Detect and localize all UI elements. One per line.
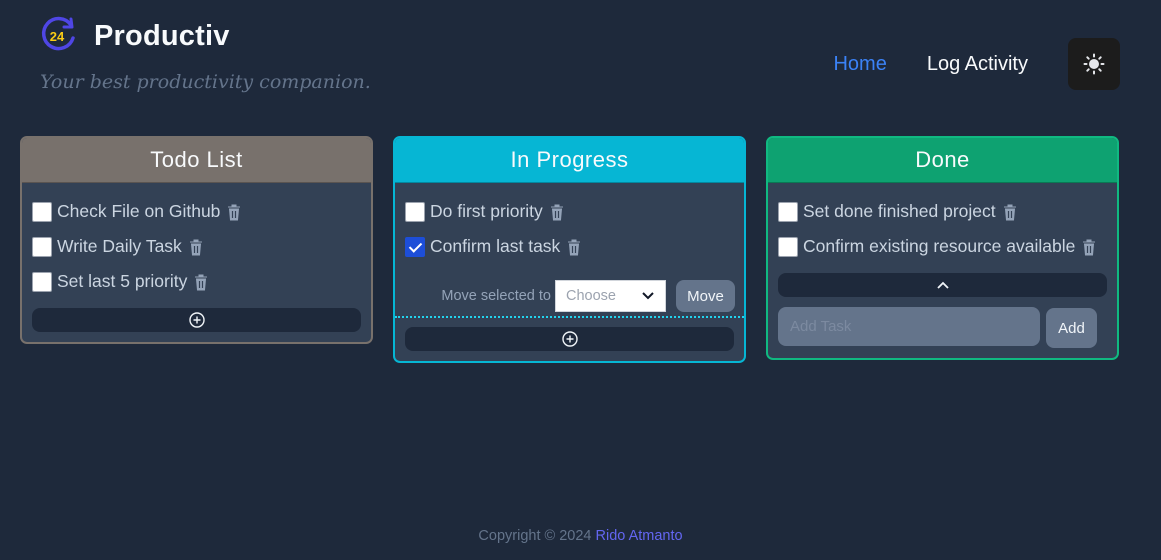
trash-icon[interactable]	[566, 238, 582, 256]
task-label: Set done finished project	[803, 201, 996, 221]
move-selected-label: Move selected to	[441, 288, 551, 304]
logo-24-icon: 24	[41, 16, 75, 51]
task-label: Do first priority	[430, 201, 543, 221]
trash-icon[interactable]	[188, 238, 204, 256]
add-task-button[interactable]	[405, 327, 734, 351]
done-task-list: Set done finished project Confirm existi…	[768, 183, 1117, 264]
task-item: Set done finished project	[778, 194, 1107, 229]
task-label: Confirm existing resource available	[803, 236, 1076, 256]
collapse-add-form-button[interactable]	[778, 273, 1107, 297]
divider	[395, 316, 744, 318]
task-item: Confirm existing resource available	[778, 229, 1107, 264]
tagline: Your best productivity companion.	[40, 71, 371, 93]
nav-log-activity[interactable]: Log Activity	[927, 38, 1028, 90]
trash-icon[interactable]	[1002, 203, 1018, 221]
plus-circle-icon	[561, 331, 578, 347]
trash-icon[interactable]	[1081, 238, 1097, 256]
author-link[interactable]: Rido Atmanto	[596, 528, 683, 544]
task-label: Check File on Github	[57, 201, 221, 221]
logo-text: 24	[50, 29, 65, 44]
task-label: Set last 5 priority	[57, 271, 188, 291]
trash-icon[interactable]	[549, 203, 565, 221]
task-item: Write Daily Task	[32, 229, 361, 264]
move-button[interactable]: Move	[676, 280, 735, 312]
task-checkbox[interactable]	[32, 236, 52, 257]
chevron-up-icon	[936, 281, 949, 289]
sun-icon	[1083, 53, 1105, 75]
task-item: Do first priority	[405, 194, 734, 229]
in-progress-task-list: Do first priority Confirm last task	[395, 183, 744, 264]
theme-toggle-button[interactable]	[1068, 38, 1120, 90]
todo-column-title: Todo List	[22, 138, 371, 183]
nav-home[interactable]: Home	[833, 38, 886, 90]
task-checkbox[interactable]	[32, 271, 52, 292]
move-target-select[interactable]: Choose	[555, 280, 666, 312]
brand[interactable]: 24 Productiv	[38, 16, 230, 56]
trash-icon[interactable]	[193, 273, 209, 291]
add-task-button[interactable]	[32, 308, 361, 332]
in-progress-column-title: In Progress	[395, 138, 744, 183]
main-nav: Home Log Activity	[833, 38, 1120, 90]
done-column-title: Done	[768, 138, 1117, 183]
task-checkbox[interactable]	[778, 201, 798, 222]
add-button[interactable]: Add	[1046, 308, 1097, 348]
task-checkbox[interactable]	[32, 201, 52, 222]
done-column: Done Set done finished project Confirm e…	[766, 136, 1119, 360]
chevron-down-icon	[642, 292, 654, 300]
select-value: Choose	[566, 288, 616, 304]
task-item: Set last 5 priority	[32, 264, 361, 299]
footer: Copyright © 2024 Rido Atmanto	[0, 528, 1161, 544]
task-label: Confirm last task	[430, 236, 561, 256]
task-checkbox[interactable]	[405, 201, 425, 222]
move-selected-row: Move selected to Choose Move	[395, 274, 744, 318]
task-item: Confirm last task	[405, 229, 734, 264]
trash-icon[interactable]	[226, 203, 242, 221]
header: 24 Productiv Your best productivity comp…	[0, 0, 1161, 120]
task-checkbox-checked[interactable]	[405, 236, 425, 257]
copyright-text: Copyright © 2024	[478, 528, 596, 544]
task-label: Write Daily Task	[57, 236, 182, 256]
task-item: Check File on Github	[32, 194, 361, 229]
app-title: Productiv	[94, 19, 230, 52]
todo-task-list: Check File on Github Write Daily Task Se…	[22, 183, 371, 299]
task-checkbox[interactable]	[778, 236, 798, 257]
in-progress-column: In Progress Do first priority Confirm la…	[393, 136, 746, 363]
todo-column: Todo List Check File on Github Write Dai…	[20, 136, 373, 344]
new-task-input[interactable]	[778, 307, 1040, 346]
plus-circle-icon	[188, 312, 205, 328]
